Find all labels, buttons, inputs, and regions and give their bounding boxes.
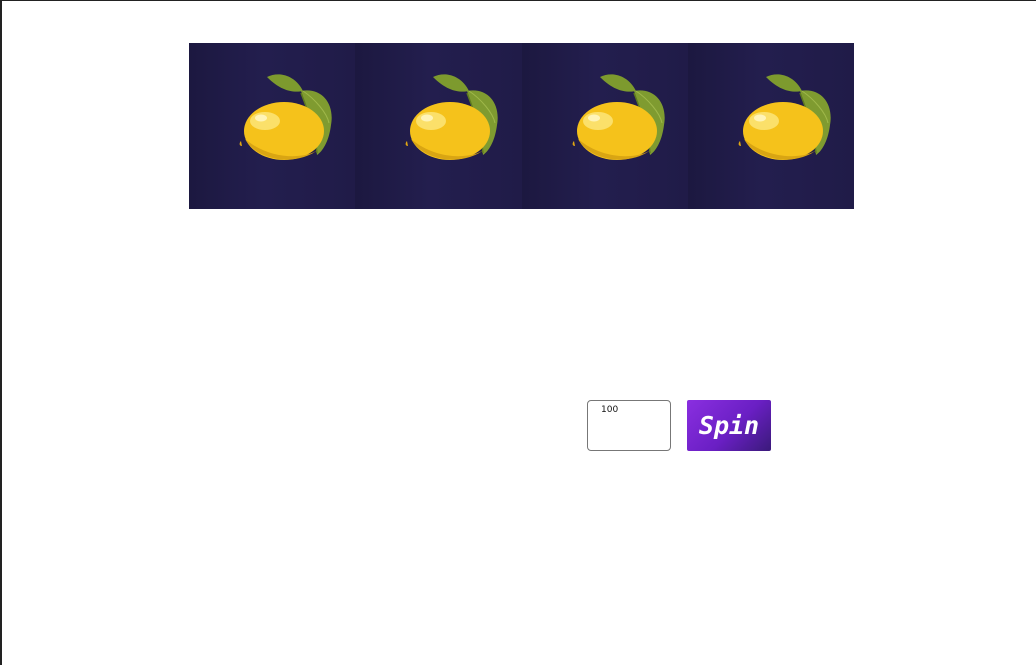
lemon-icon bbox=[572, 74, 665, 160]
slot-reels bbox=[189, 43, 854, 209]
spin-button[interactable]: Spin bbox=[687, 400, 771, 451]
reel-1 bbox=[189, 43, 356, 209]
reel-4 bbox=[687, 43, 854, 209]
lemon-icon bbox=[738, 74, 831, 160]
bet-amount-input[interactable]: 100 bbox=[587, 400, 671, 451]
lemon-icon bbox=[239, 74, 332, 160]
reel-2 bbox=[355, 43, 522, 209]
reel-3 bbox=[521, 43, 688, 209]
lemon-icon bbox=[405, 74, 498, 160]
